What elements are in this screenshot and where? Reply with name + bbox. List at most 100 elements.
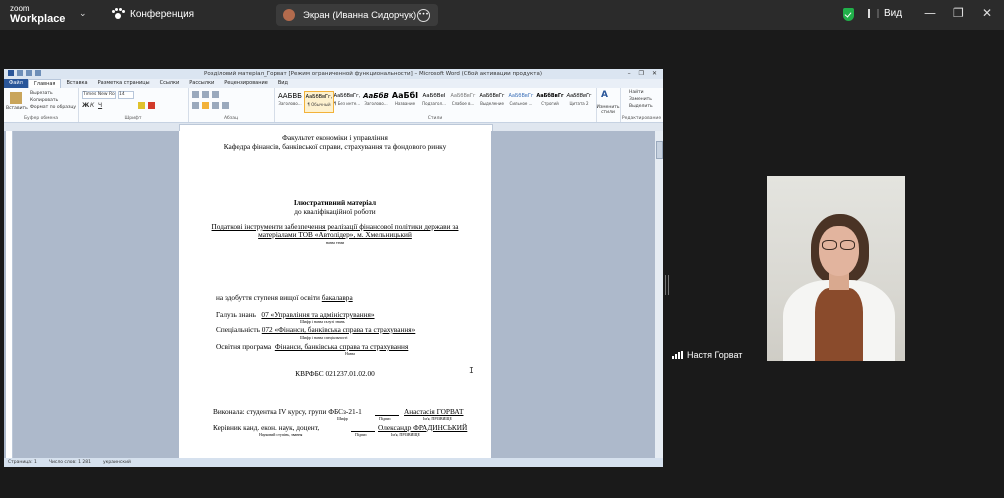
doc-faculty: Факультет економіки і управління	[282, 133, 388, 142]
save-icon[interactable]	[17, 70, 23, 76]
word-minimize-button[interactable]: –	[628, 70, 631, 77]
document-page[interactable]: Факультет економіки і управління Кафедра…	[179, 131, 491, 458]
style-gallery-item[interactable]: АаБбВвГг, ¶ Обычный	[304, 91, 334, 113]
status-language[interactable]: украинский	[103, 460, 131, 465]
tab-review[interactable]: Рецензирование	[219, 79, 273, 88]
style-preview: АаБбВвГг	[536, 93, 564, 99]
chevron-down-icon[interactable]: ⌄	[79, 9, 87, 19]
style-preview: АаБбВ	[363, 92, 389, 100]
style-gallery-item[interactable]: АаБбВвГг Цитата 2	[565, 91, 593, 111]
avatar	[283, 9, 295, 21]
style-gallery-item[interactable]: АаБбI Название	[391, 91, 419, 111]
scrollbar-thumb[interactable]	[656, 141, 663, 159]
select-button[interactable]: Выделить	[629, 104, 653, 109]
tab-mailings[interactable]: Рассылки	[184, 79, 219, 88]
justify-icon[interactable]	[222, 102, 229, 109]
tab-page-layout[interactable]: Разметка страницы	[93, 79, 155, 88]
font-size-select[interactable]: 14	[118, 91, 134, 99]
shared-word-window: Розділовий матеріал_Горват [Режим ограни…	[4, 69, 663, 467]
word-icon	[8, 70, 14, 76]
more-options-icon[interactable]: •••	[417, 9, 430, 22]
editing-label: Редактирование	[621, 116, 662, 121]
align-right-icon[interactable]	[212, 102, 219, 109]
vertical-scrollbar[interactable]	[655, 131, 663, 458]
horizontal-ruler[interactable]	[4, 123, 663, 132]
doc-spec-prefix: Спеціальність	[216, 325, 260, 334]
change-styles-icon[interactable]: A	[601, 90, 608, 100]
zoom-toolbar: zoom Workplace ⌄ Конференция Экран (Иван…	[0, 0, 1004, 30]
italic-button[interactable]: К	[90, 102, 94, 109]
align-center-icon[interactable]	[202, 102, 209, 109]
style-preview: АаБбВвГг	[566, 93, 592, 99]
format-painter-button[interactable]: Формат по образцу	[30, 105, 76, 110]
highlight-icon[interactable]	[138, 102, 145, 109]
doc-caption-code: Шифр	[337, 416, 348, 421]
multilevel-list-icon[interactable]	[212, 91, 219, 98]
restore-button[interactable]: ❐	[953, 6, 964, 20]
font-name-select[interactable]: Times New Ro	[82, 91, 116, 99]
underline-button[interactable]: Ч	[98, 102, 102, 109]
paragraph-group: Абзац	[188, 88, 275, 122]
vertical-ruler[interactable]	[6, 131, 13, 458]
panel-resize-handle[interactable]	[665, 275, 669, 295]
style-gallery-item[interactable]: АаБбВеI Подзагол...	[420, 91, 448, 111]
replace-button[interactable]: Заменить	[629, 97, 652, 102]
style-gallery-item[interactable]: АаБбВ Заголово...	[362, 91, 390, 111]
doc-field-prefix: Галузь знань	[216, 310, 256, 319]
participant-label: Настя Горват	[672, 350, 742, 360]
doc-program-value: Фінанси, банківська справа та страхуванн…	[274, 342, 409, 351]
align-left-icon[interactable]	[192, 102, 199, 109]
doc-caption-sign-2: Підпис	[355, 432, 368, 437]
style-gallery-item[interactable]: АаБбВвГг, ¶ Без инте...	[333, 91, 361, 111]
ribbon-tabs: Файл Главная Вставка Разметка страницы С…	[4, 79, 663, 88]
doc-spec-line: Спеціальність 072 «Фінанси, банківська с…	[216, 325, 415, 334]
doc-department: Кафедра фінансів, банківської справи, ст…	[223, 142, 447, 151]
paste-icon[interactable]	[10, 92, 22, 104]
style-gallery-item[interactable]: АаБбВвГг Строгий	[536, 91, 564, 111]
style-gallery-item[interactable]: АаБбВвГг Сильное ...	[507, 91, 535, 111]
font-color-icon[interactable]	[148, 102, 155, 109]
tab-insert[interactable]: Вставка	[61, 79, 92, 88]
shield-icon[interactable]	[843, 8, 854, 21]
doc-degree-value: бакалавра	[321, 293, 353, 302]
zoom-logo[interactable]: zoom Workplace	[10, 4, 65, 25]
bullets-icon[interactable]	[192, 91, 199, 98]
doc-caption-sign: Підпис	[379, 416, 392, 421]
redo-icon[interactable]	[35, 70, 41, 76]
view-button[interactable]: Вид	[868, 8, 902, 19]
doc-performer-name: Анастасія ГОРВАТ	[404, 407, 464, 416]
screen-share-indicator[interactable]: Экран (Иванна Сидорчук) •••	[276, 4, 438, 26]
meeting-button[interactable]: Конференция	[112, 8, 194, 20]
tab-home[interactable]: Главная	[27, 79, 62, 88]
style-name: ¶ Обычный	[307, 102, 331, 107]
tab-references[interactable]: Ссылки	[155, 79, 185, 88]
paste-button[interactable]: Вставить	[6, 106, 28, 111]
style-gallery-item[interactable]: АаБбВвГг Слабое в...	[449, 91, 477, 111]
find-button[interactable]: Найти	[629, 90, 644, 95]
document-canvas[interactable]: Факультет економіки і управління Кафедра…	[4, 131, 663, 458]
tab-file[interactable]: Файл	[4, 79, 28, 88]
style-gallery-item[interactable]: ААБВБ Заголово...	[276, 91, 304, 111]
doc-field-value: 07 «Управління та адміністрування»	[261, 310, 375, 319]
word-restore-button[interactable]: ❐	[639, 70, 644, 77]
style-preview: АаБбВеI	[422, 93, 446, 99]
close-button[interactable]: ✕	[982, 6, 992, 20]
grid-view-icon	[868, 9, 879, 18]
participant-video[interactable]	[767, 176, 905, 361]
style-gallery-item[interactable]: АаБбВвГг Выделение	[478, 91, 506, 111]
numbering-icon[interactable]	[202, 91, 209, 98]
minimize-button[interactable]: —	[924, 6, 936, 20]
doc-supervisor-prefix: Керівник канд. екон. наук, доцент,	[213, 423, 320, 432]
tab-view[interactable]: Вид	[273, 79, 293, 88]
status-page[interactable]: Страница: 1	[8, 460, 37, 465]
word-title-bar: Розділовий матеріал_Горват [Режим ограни…	[4, 69, 663, 79]
word-status-bar: Страница: 1 Число слов: 1 281 украинский	[4, 458, 663, 467]
copy-button[interactable]: Копировать	[30, 98, 58, 103]
cut-button[interactable]: Вырезать	[30, 91, 53, 96]
view-label: Вид	[884, 8, 903, 19]
status-words[interactable]: Число слов: 1 281	[49, 460, 91, 465]
bold-button[interactable]: Ж	[82, 102, 89, 109]
change-styles-button[interactable]: Изменить стили	[596, 105, 620, 115]
undo-icon[interactable]	[26, 70, 32, 76]
word-close-button[interactable]: ✕	[652, 70, 657, 77]
